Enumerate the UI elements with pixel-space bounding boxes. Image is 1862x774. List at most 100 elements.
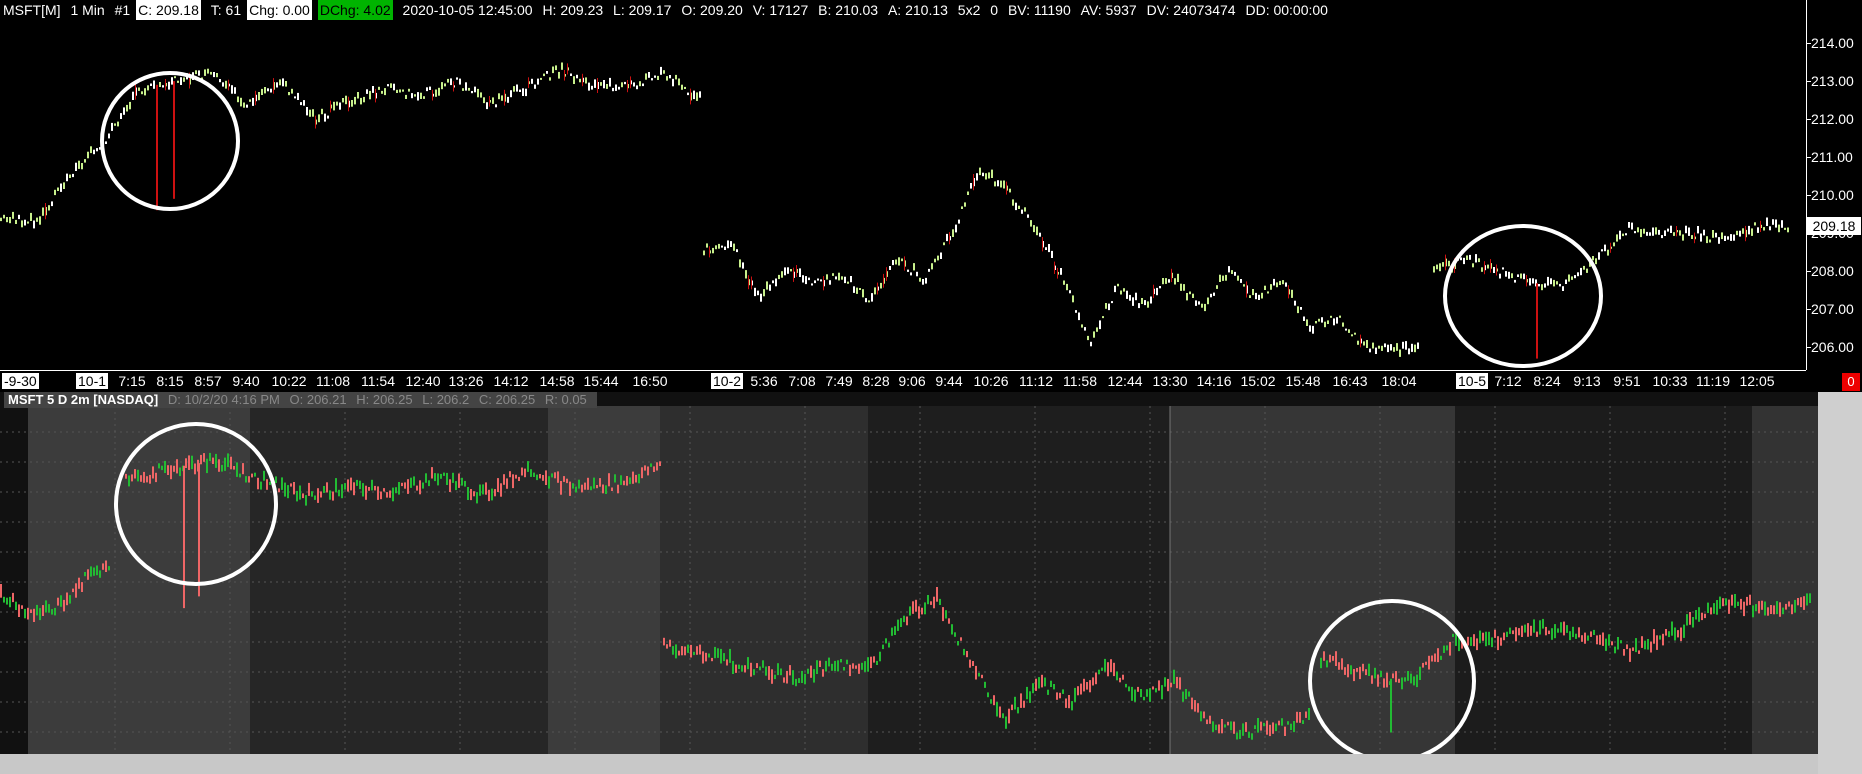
- price-bar: [1078, 312, 1080, 321]
- time-tick-label: 8:15: [156, 373, 184, 389]
- up-bar: [1257, 718, 1259, 733]
- price-bar: [1156, 287, 1158, 296]
- close-value: C: 209.18: [136, 0, 201, 20]
- up-bar: [927, 595, 929, 605]
- up-bar: [732, 660, 734, 674]
- up-bar: [780, 668, 782, 676]
- up-bar: [1647, 639, 1649, 650]
- price-bar: [802, 275, 804, 283]
- up-bar: [1566, 625, 1568, 633]
- up-bar: [924, 602, 926, 615]
- down-bar: [33, 608, 35, 622]
- down-bar: [1095, 672, 1097, 685]
- down-bar: [470, 489, 472, 501]
- price-bar: [1309, 325, 1311, 332]
- up-bar: [1002, 713, 1004, 719]
- bottom-chart-area[interactable]: MSFT 5 D 2m [NASDAQ] D: 10/2/20 4:16 PM …: [0, 392, 1818, 754]
- up-bar: [96, 565, 98, 576]
- price-wick: [582, 73, 583, 87]
- price-wick: [1057, 267, 1058, 279]
- up-bar: [1509, 627, 1511, 634]
- price-bar: [715, 245, 717, 250]
- up-bar: [1128, 686, 1130, 692]
- price-bar: [1544, 283, 1546, 288]
- top-price-chart[interactable]: [0, 20, 1806, 370]
- price-bar: [1087, 335, 1089, 341]
- up-bar: [245, 476, 247, 483]
- up-bar: [1029, 691, 1031, 703]
- down-bar: [1344, 667, 1346, 675]
- up-bar: [708, 653, 710, 658]
- daily-change-value: DChg: 4.02: [317, 0, 393, 20]
- price-bar: [721, 245, 723, 248]
- price-bar: [474, 86, 476, 93]
- down-bar: [663, 637, 665, 646]
- up-bar: [191, 455, 193, 470]
- price-bar: [153, 80, 155, 89]
- price-bar: [745, 270, 747, 279]
- up-bar: [1326, 660, 1328, 668]
- price-bar: [1105, 303, 1107, 309]
- up-bar: [90, 566, 92, 577]
- price-wick: [1054, 261, 1055, 274]
- price-bar: [390, 83, 392, 88]
- price-bar: [507, 96, 509, 103]
- price-bar: [811, 283, 813, 286]
- price-bar: [540, 77, 542, 80]
- down-bar: [1203, 711, 1205, 719]
- down-bar: [1536, 631, 1538, 637]
- price-wick: [751, 276, 752, 290]
- price-bar: [1595, 258, 1597, 265]
- up-bar: [425, 473, 427, 483]
- price-bar: [1186, 293, 1188, 301]
- price-bar: [1556, 281, 1558, 285]
- up-bar: [891, 627, 893, 636]
- price-wick: [228, 79, 229, 91]
- up-bar: [578, 479, 580, 489]
- price-bar: [42, 207, 44, 216]
- up-bar: [392, 487, 394, 502]
- down-bar: [66, 592, 68, 606]
- down-bar: [500, 483, 502, 497]
- price-bar: [1162, 278, 1164, 285]
- time-tick-label: 8:57: [194, 373, 222, 389]
- price-bar: [132, 91, 134, 100]
- price-bar: [931, 263, 933, 270]
- down-bar: [1722, 598, 1724, 607]
- down-bar: [1365, 669, 1367, 676]
- price-wick: [690, 88, 691, 105]
- price-bar: [198, 70, 200, 76]
- down-bar: [317, 488, 319, 503]
- price-bar: [351, 100, 353, 107]
- price-bar: [1342, 322, 1344, 327]
- price-bar: [1682, 234, 1684, 241]
- price-bar: [952, 229, 954, 237]
- price-bar: [1775, 219, 1777, 228]
- price-bar: [51, 201, 53, 207]
- up-bar: [6, 597, 8, 605]
- down-bar: [1785, 603, 1787, 610]
- price-bar: [210, 71, 212, 75]
- alert-badge[interactable]: 0: [1842, 373, 1860, 391]
- price-axis[interactable]: 206.00207.00208.00209.00210.00211.00212.…: [1806, 0, 1862, 370]
- time-tick-label: 11:19: [1696, 373, 1730, 389]
- price-bar: [1345, 328, 1347, 331]
- chart-scrollbar[interactable]: [0, 754, 1818, 774]
- up-bar: [221, 464, 223, 472]
- price-bar: [645, 73, 647, 80]
- time-axis[interactable]: -9-30 10-1 7:15 8:15 8:57 9:40 10:22 11:08 11:54…: [0, 370, 1806, 393]
- down-bar: [494, 489, 496, 497]
- price-wick: [973, 174, 974, 191]
- bottom-price-chart[interactable]: [0, 392, 1818, 754]
- up-bar: [1668, 631, 1670, 638]
- top-chart-panel[interactable]: MSFT[M] 1 Min #1 C: 209.18 T: 61 Chg: 0.00…: [0, 0, 1862, 392]
- price-bar: [126, 104, 128, 112]
- study-symbol[interactable]: MSFT 5 D 2m [NASDAQ]: [8, 392, 158, 408]
- down-bar: [170, 465, 172, 480]
- bottom-chart-panel[interactable]: MSFT 5 D 2m [NASDAQ] D: 10/2/20 4:16 PM …: [0, 392, 1862, 774]
- price-wick: [432, 89, 433, 101]
- price-bar: [252, 97, 254, 106]
- up-bar: [209, 452, 211, 461]
- price-bar: [1033, 225, 1035, 233]
- down-bar: [1152, 686, 1154, 690]
